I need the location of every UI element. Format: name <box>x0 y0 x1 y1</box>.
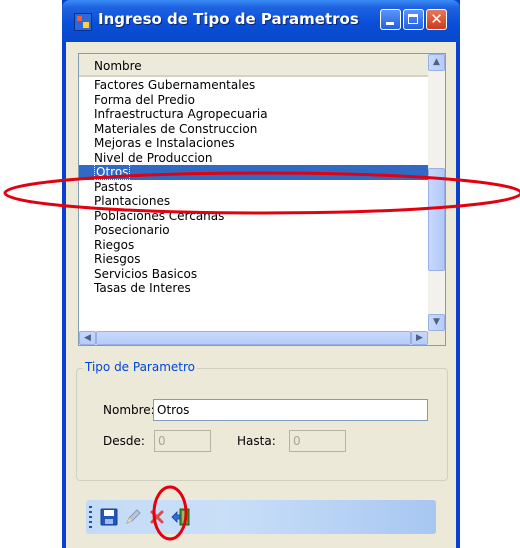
scrollbar-corner <box>428 331 445 345</box>
list-item-label: Materiales de Construccion <box>94 121 258 136</box>
minimize-icon <box>386 22 394 25</box>
list-item[interactable]: Poblaciones Cercanas <box>79 209 428 224</box>
list-item[interactable]: Mejoras e Instalaciones <box>79 136 428 151</box>
nombre-field[interactable]: Otros <box>153 399 428 421</box>
toolbar-grip[interactable] <box>89 506 92 528</box>
list-item-label: Tasas de Interes <box>94 281 191 295</box>
exit-button[interactable] <box>170 506 192 528</box>
save-icon <box>100 508 118 526</box>
close-button[interactable]: ✕ <box>426 9 447 30</box>
list-item-label: Pastos <box>94 179 133 194</box>
maximize-icon <box>408 14 418 24</box>
list-item-label: Servicios Basicos <box>94 266 198 281</box>
list-item[interactable]: Riegos <box>79 238 428 253</box>
list-item-label: Plantaciones <box>94 194 171 208</box>
list-item-label: Riesgos <box>94 252 141 266</box>
list-item-label: Riegos <box>94 237 135 252</box>
list-rows: Factores Gubernamentales Forma del Predio… <box>79 78 428 331</box>
list-item[interactable]: Plantaciones <box>79 194 428 209</box>
list-item-selected[interactable]: Otros <box>79 164 428 180</box>
list-item[interactable]: Factores Gubernamentales <box>79 78 428 93</box>
tipo-parametro-group: Tipo de Parametro Nombre: Otros Desde: 0… <box>76 360 448 481</box>
parameter-list[interactable]: Nombre Factores Gubernamentales Forma del… <box>78 53 446 346</box>
delete-icon <box>150 510 164 524</box>
list-item[interactable]: Pastos <box>79 180 428 195</box>
delete-button[interactable] <box>146 506 168 528</box>
list-item[interactable]: Nivel de Produccion <box>79 151 428 166</box>
scroll-right-button[interactable]: ▶ <box>411 331 428 345</box>
horizontal-scroll-thumb[interactable] <box>96 331 411 345</box>
list-item[interactable]: Tasas de Interes <box>79 281 428 296</box>
window-title: Ingreso de Tipo de Parametros <box>98 10 359 28</box>
list-item[interactable]: Materiales de Construccion <box>79 122 428 137</box>
edit-button[interactable] <box>122 506 144 528</box>
maximize-button[interactable] <box>403 9 424 30</box>
minimize-button[interactable] <box>380 9 401 30</box>
desde-field[interactable]: 0 <box>154 430 211 452</box>
list-item-label: Infraestructura Agropecuaria <box>94 107 268 121</box>
group-title: Tipo de Parametro <box>83 360 198 374</box>
vertical-scrollbar[interactable]: ▲ ▼ <box>428 54 445 331</box>
list-item[interactable]: Forma del Predio <box>79 93 428 108</box>
horizontal-scrollbar[interactable]: ◀ ▶ <box>79 331 428 345</box>
save-button[interactable] <box>98 506 120 528</box>
close-icon: ✕ <box>430 10 443 28</box>
scroll-down-button[interactable]: ▼ <box>428 314 445 331</box>
app-icon[interactable] <box>74 13 92 31</box>
list-item[interactable]: Infraestructura Agropecuaria <box>79 107 428 122</box>
scroll-up-button[interactable]: ▲ <box>428 54 445 71</box>
edit-icon <box>126 509 141 524</box>
toolbar <box>86 500 436 534</box>
list-item-label: Otros <box>94 164 131 180</box>
scroll-left-button[interactable]: ◀ <box>79 331 96 345</box>
window: Ingreso de Tipo de Parametros ✕ Nombre F… <box>62 0 460 548</box>
title-bar[interactable]: Ingreso de Tipo de Parametros ✕ <box>62 0 460 42</box>
list-item[interactable]: Servicios Basicos <box>79 267 428 282</box>
list-item-label: Poblaciones Cercanas <box>94 208 225 223</box>
form-body: Nombre Factores Gubernamentales Forma del… <box>66 42 456 548</box>
list-item-label: Nivel de Produccion <box>94 150 213 165</box>
list-item-label: Mejoras e Instalaciones <box>94 136 235 150</box>
vertical-scroll-thumb[interactable] <box>428 168 445 271</box>
column-header-label: Nombre <box>94 59 142 73</box>
list-item[interactable]: Riesgos <box>79 252 428 267</box>
column-header-nombre[interactable]: Nombre <box>79 54 428 77</box>
list-item-label: Posecionario <box>94 223 170 237</box>
desde-label: Desde: <box>103 434 145 448</box>
list-item[interactable]: Posecionario <box>79 223 428 238</box>
hasta-field[interactable]: 0 <box>289 430 346 452</box>
list-item-label: Factores Gubernamentales <box>94 78 256 92</box>
hasta-label: Hasta: <box>237 434 276 448</box>
exit-icon <box>171 508 190 526</box>
nombre-label: Nombre: <box>103 403 155 417</box>
list-item-label: Forma del Predio <box>94 92 195 107</box>
